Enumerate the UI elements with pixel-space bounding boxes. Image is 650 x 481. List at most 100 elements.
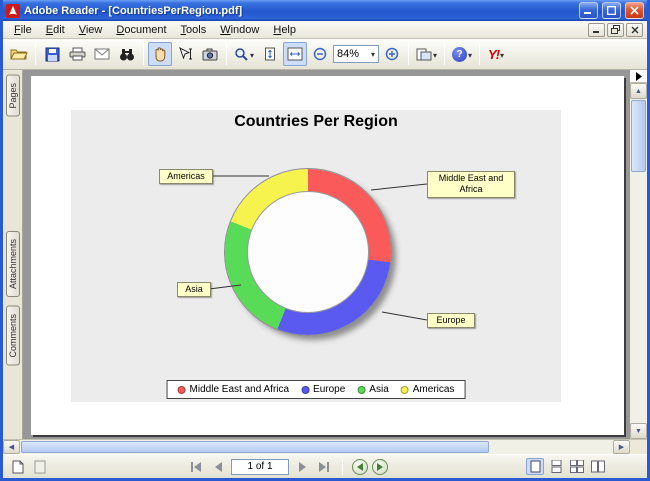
previous-page-icon (214, 461, 222, 472)
minimize-button[interactable] (579, 2, 598, 19)
continuous-button[interactable] (547, 458, 565, 475)
callout-middle-east-africa: Middle East and Africa (427, 171, 515, 198)
doc-minimize-button[interactable] (588, 22, 605, 37)
continuous-facing-button[interactable] (568, 458, 586, 475)
maximize-button[interactable] (602, 2, 621, 19)
document-page-icon (12, 460, 24, 473)
scroll-left-button[interactable]: ◀ (3, 440, 20, 454)
vertical-scroll-track[interactable] (630, 173, 647, 423)
window-title: Adobe Reader - [CountriesPerRegion.pdf] (24, 4, 243, 17)
legend-label: Asia (369, 384, 389, 395)
open-folder-icon (10, 49, 28, 60)
page-layout-buttons (526, 458, 607, 475)
menu-item-view[interactable]: View (72, 22, 110, 38)
toolbar-separator (35, 43, 36, 65)
legend-item: Europe (301, 384, 345, 395)
toolbar-separator (479, 43, 481, 65)
title-bar: Adobe Reader - [CountriesPerRegion.pdf] (3, 0, 647, 21)
sidebar-tab-comments[interactable]: Comments (5, 305, 20, 366)
previous-view-button[interactable] (352, 458, 368, 475)
save-icon (45, 47, 59, 61)
last-page-button[interactable] (315, 458, 333, 475)
menu-item-help[interactable]: Help (266, 22, 303, 38)
single-page-icon (530, 460, 540, 473)
doc-minimize-icon (592, 30, 599, 33)
vertical-scrollbar[interactable]: ▲ ▼ (630, 70, 647, 439)
help-icon: ? (452, 46, 468, 62)
panel-expand-arrow[interactable] (630, 70, 647, 83)
zoom-out-button[interactable] (308, 42, 332, 66)
toolbar-separator (444, 43, 446, 65)
menu-item-document[interactable]: Document (109, 22, 173, 38)
adobe-reader-icon (6, 3, 20, 18)
page-outline-icon (34, 460, 46, 473)
horizontal-scrollbar[interactable]: ◀ ▶ (3, 439, 647, 454)
document-window-buttons (588, 22, 643, 37)
horizontal-scroll-track[interactable] (20, 440, 613, 454)
select-tool-button[interactable] (173, 42, 197, 66)
menu-item-tools[interactable]: Tools (174, 22, 214, 38)
actual-size-button[interactable] (258, 42, 282, 66)
main-area: Pages Attachments Comments Countries Per… (3, 70, 647, 439)
scroll-down-button[interactable]: ▼ (630, 423, 647, 439)
doc-close-button[interactable] (626, 22, 643, 37)
toolbar-separator (143, 43, 144, 65)
doc-restore-icon (611, 25, 620, 34)
close-icon (630, 6, 639, 15)
hand-tool-button[interactable] (148, 42, 172, 66)
single-page-button[interactable] (526, 458, 544, 475)
menu-item-edit[interactable]: Edit (39, 22, 72, 38)
email-icon (94, 48, 110, 60)
page-display-button[interactable] (413, 42, 440, 66)
legend-swatch (400, 385, 409, 394)
toolbar-separator (408, 43, 410, 65)
statusbar-left-icons (9, 458, 49, 475)
menu-item-file[interactable]: File (7, 22, 39, 38)
zoom-tool-button[interactable] (231, 42, 257, 66)
next-view-button[interactable] (372, 458, 388, 475)
yahoo-caret (500, 45, 504, 63)
adobe-reader-window: Adobe Reader - [CountriesPerRegion.pdf] … (0, 0, 650, 481)
print-button[interactable] (65, 42, 89, 66)
scroll-right-button[interactable]: ▶ (613, 440, 630, 454)
open-button[interactable] (7, 42, 31, 66)
facing-button[interactable] (589, 458, 607, 475)
magnifier-icon (235, 47, 248, 61)
page-navigation (187, 458, 388, 475)
doc-close-icon (631, 26, 638, 33)
search-button[interactable] (115, 42, 139, 66)
continuous-icon (551, 460, 561, 473)
binoculars-icon (120, 48, 134, 60)
menu-item-window[interactable]: Window (213, 22, 266, 38)
yahoo-toolbar-button[interactable]: Y! (484, 42, 508, 66)
next-page-icon (298, 461, 306, 472)
scroll-up-button[interactable]: ▲ (630, 83, 647, 99)
snapshot-tool-button[interactable] (198, 42, 222, 66)
page-view-status-button[interactable] (31, 458, 49, 475)
vertical-scroll-thumb[interactable] (631, 100, 646, 172)
zoom-level-combo[interactable]: 84% (333, 45, 380, 63)
sidebar-tab-attachments[interactable]: Attachments (5, 230, 20, 297)
legend-item: Americas (400, 384, 454, 395)
zoom-in-button[interactable] (380, 42, 404, 66)
document-status-button[interactable] (9, 458, 27, 475)
save-button[interactable] (40, 42, 64, 66)
fit-width-button[interactable] (283, 42, 308, 66)
page-display-caret (433, 45, 437, 63)
help-button[interactable]: ? (449, 42, 475, 66)
page-indicator[interactable] (231, 458, 289, 475)
horizontal-scroll-thumb[interactable] (21, 441, 490, 453)
next-page-button[interactable] (293, 458, 311, 475)
menu-items: File Edit View Document Tools Window Help (7, 22, 303, 38)
first-page-button[interactable] (187, 458, 205, 475)
email-button[interactable] (90, 42, 114, 66)
menu-bar: File Edit View Document Tools Window Help (3, 21, 647, 39)
close-button[interactable] (625, 2, 644, 19)
previous-page-button[interactable] (209, 458, 227, 475)
chart-panel: Countries Per Region Americas Middle Eas… (71, 110, 561, 402)
callout-europe: Europe (427, 313, 475, 329)
statusbar-separator (342, 458, 343, 475)
legend-swatch (177, 385, 186, 394)
sidebar-tab-pages[interactable]: Pages (5, 75, 20, 117)
doc-restore-button[interactable] (607, 22, 624, 37)
